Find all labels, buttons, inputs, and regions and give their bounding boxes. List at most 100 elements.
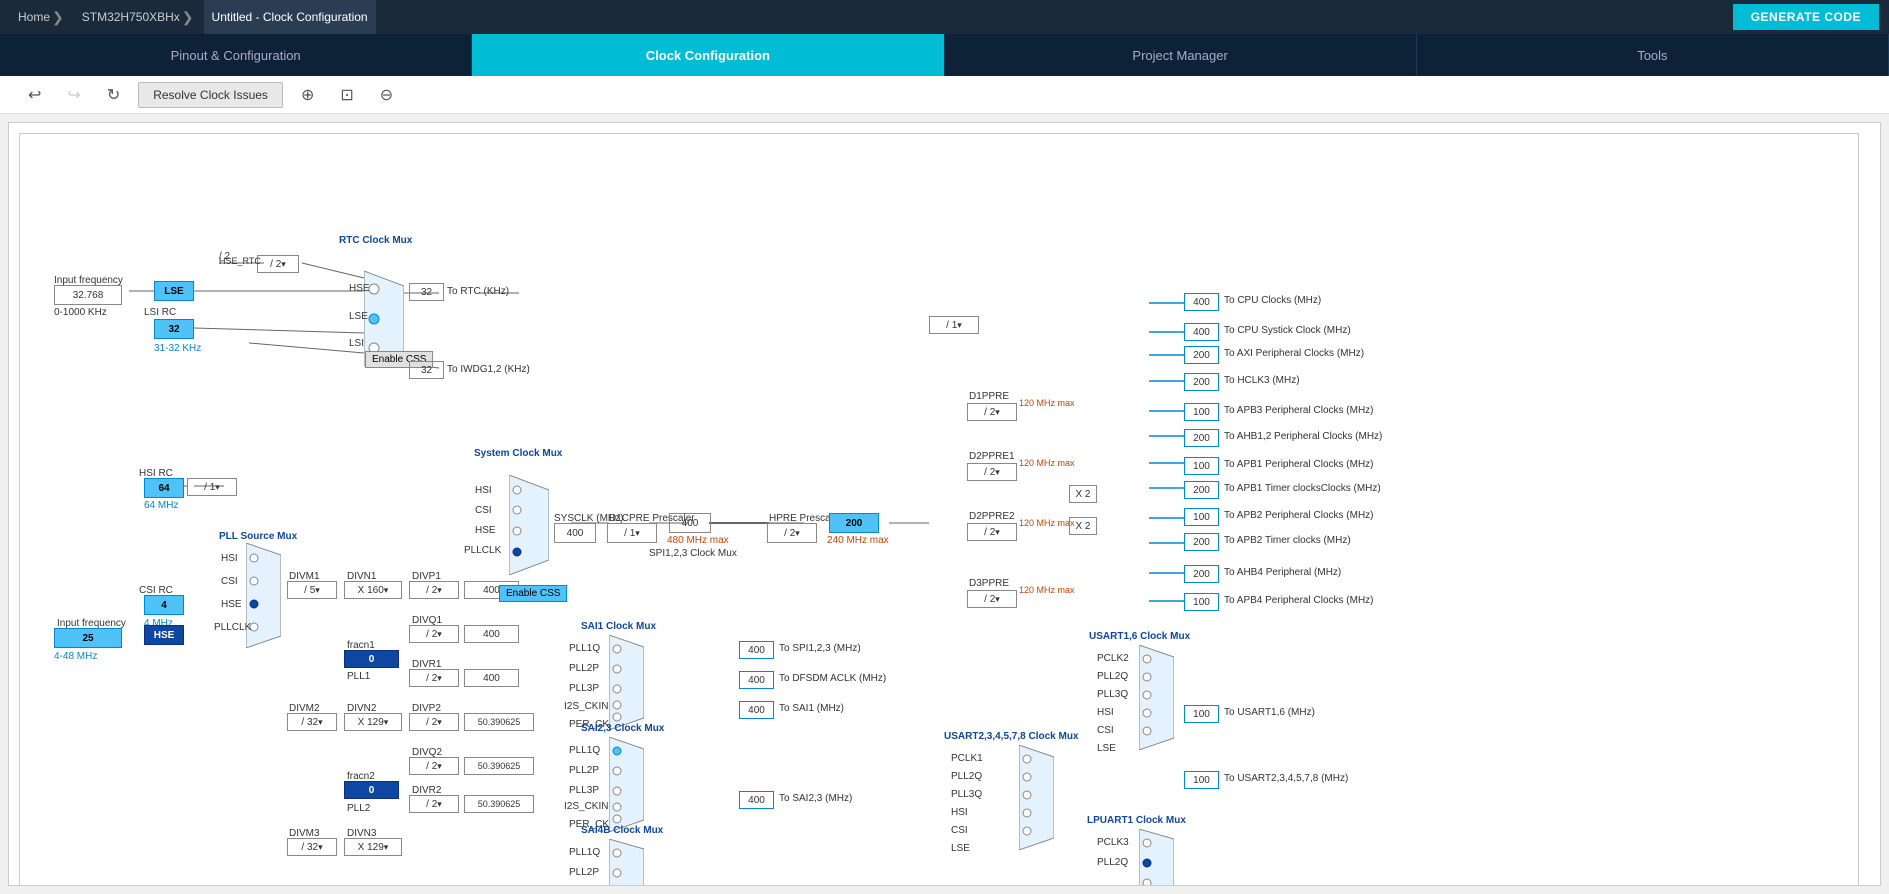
max-120-d1-label: 120 MHz max [1019, 398, 1075, 408]
hsi-div1-box[interactable]: / 1 ▾ [187, 478, 237, 496]
divm2-box[interactable]: / 32 ▾ [287, 713, 337, 731]
pllclk-sys-label: PLLCLK [464, 545, 501, 556]
i2sckin-sai1: I2S_CKIN [564, 701, 608, 712]
lsi-rc-value[interactable]: 32 [154, 319, 194, 339]
tab-project[interactable]: Project Manager [945, 34, 1417, 76]
out-200-axi[interactable]: 200 [1184, 346, 1219, 364]
sysclk-value[interactable]: 400 [554, 523, 596, 543]
to-ahb12-label: To AHB1,2 Peripheral Clocks (MHz) [1224, 431, 1382, 442]
out-100-usart16[interactable]: 100 [1184, 705, 1219, 723]
d1cpre-out-box[interactable]: 400 [669, 513, 711, 533]
divp1-box[interactable]: / 2 ▾ [409, 581, 459, 599]
to-apb1-timer-label: To APB1 Timer clocksClocks (MHz) [1224, 483, 1381, 494]
divq1-box[interactable]: / 2 ▾ [409, 625, 459, 643]
lsi-range-label: 31-32 KHz [154, 343, 201, 354]
out-200-apb1-timer[interactable]: 200 [1184, 481, 1219, 499]
zoom-in-button[interactable]: ⊕ [293, 81, 322, 109]
breadcrumb-device[interactable]: STM32H750XBHx ❯ [74, 0, 204, 34]
divn1-box[interactable]: X 160 ▾ [344, 581, 402, 599]
out-200-ahb4[interactable]: 200 [1184, 565, 1219, 583]
out-100-usart2345678[interactable]: 100 [1184, 771, 1219, 789]
fit-button[interactable]: ⊡ [332, 81, 361, 109]
d2ppre2-box[interactable]: / 2 ▾ [967, 523, 1017, 541]
hpre-box[interactable]: / 2 ▾ [767, 523, 817, 543]
to-spi23-box[interactable]: 400 [739, 641, 774, 659]
out-200-hclk3[interactable]: 200 [1184, 373, 1219, 391]
to-apb2-timer-label: To APB2 Timer clocks (MHz) [1224, 535, 1351, 546]
hse-block[interactable]: HSE [144, 625, 184, 645]
tab-clock[interactable]: Clock Configuration [472, 34, 944, 76]
divr1-box[interactable]: / 2 ▾ [409, 669, 459, 687]
r1-out-box[interactable]: 400 [464, 669, 519, 687]
refresh-button[interactable]: ↻ [99, 81, 128, 109]
d1cpre-box[interactable]: / 1 ▾ [607, 523, 657, 543]
out-200-apb2-timer[interactable]: 200 [1184, 533, 1219, 551]
d1ppre-box[interactable]: / 2 ▾ [967, 403, 1017, 421]
hse-value[interactable]: 25 [54, 628, 122, 648]
d3ppre-label: D3PPRE [969, 578, 1009, 589]
tab-bar: Pinout & Configuration Clock Configurati… [0, 34, 1889, 76]
pll1q-sai23: PLL1Q [569, 745, 600, 756]
undo-button[interactable]: ↩ [20, 81, 49, 109]
out-100-apb2[interactable]: 100 [1184, 508, 1219, 526]
x2-2-box: X 2 [1069, 517, 1097, 535]
hse-div2-box[interactable]: / 2 ▾ [257, 255, 299, 273]
divm1-box[interactable]: / 5 ▾ [287, 581, 337, 599]
resolve-clock-issues-button[interactable]: Resolve Clock Issues [138, 82, 283, 108]
out-100-apb3[interactable]: 100 [1184, 403, 1219, 421]
d1ppre-label: D1PPRE [969, 391, 1009, 402]
to-spi23-label: To SPI1,2,3 (MHz) [779, 643, 861, 654]
lsi-mux-label: LSI [349, 338, 364, 349]
d3ppre-box[interactable]: / 2 ▾ [967, 590, 1017, 608]
fracn1-value[interactable]: 0 [344, 650, 399, 668]
divr2-box[interactable]: / 2 ▾ [409, 795, 459, 813]
out-200-ahb12[interactable]: 200 [1184, 429, 1219, 447]
lse-block[interactable]: LSE [154, 281, 194, 301]
divp2-box[interactable]: / 2 ▾ [409, 713, 459, 731]
breadcrumb-home[interactable]: Home ❯ [10, 0, 74, 34]
pclk3-label: PCLK3 [1097, 837, 1129, 848]
zoom-out-button[interactable]: ⊖ [372, 81, 401, 109]
divn2-box[interactable]: X 129 ▾ [344, 713, 402, 731]
input-freq-value[interactable]: 32.768 [54, 285, 122, 305]
q1-out-box[interactable]: 400 [464, 625, 519, 643]
redo-button[interactable]: ↪ [59, 81, 88, 109]
to-sai23-box[interactable]: 400 [739, 791, 774, 809]
hsi-rc-value[interactable]: 64 [144, 478, 184, 498]
to-rtc-label: To RTC (KHz) [447, 286, 509, 297]
divq2-box[interactable]: / 2 ▾ [409, 757, 459, 775]
out-100-apb4[interactable]: 100 [1184, 593, 1219, 611]
iwdg-div32-box[interactable]: 32 [409, 361, 444, 379]
pll1q-sai1: PLL1Q [569, 643, 600, 654]
to-usart16-label: To USART1,6 (MHz) [1224, 707, 1315, 718]
d2ppre1-box[interactable]: / 2 ▾ [967, 463, 1017, 481]
lse-usart-label: LSE [1097, 743, 1116, 754]
divn3-box[interactable]: X 129 ▾ [344, 838, 402, 856]
csi-pll-label: CSI [221, 576, 238, 587]
csi-rc-value[interactable]: 4 [144, 595, 184, 615]
tab-pinout[interactable]: Pinout & Configuration [0, 34, 472, 76]
to-ahb4-label: To AHB4 Peripheral (MHz) [1224, 567, 1341, 578]
generate-code-button[interactable]: GENERATE CODE [1733, 4, 1879, 30]
p2-out-box[interactable]: 50.390625 [464, 713, 534, 731]
out-400-systick[interactable]: 400 [1184, 323, 1219, 341]
hpre-out-box[interactable]: 200 [829, 513, 879, 533]
lse-mux-label: LSE [349, 311, 368, 322]
to-hclk3-label: To HCLK3 (MHz) [1224, 375, 1300, 386]
pll2q-u2-label: PLL2Q [951, 771, 982, 782]
q2-out-box[interactable]: 50.390625 [464, 757, 534, 775]
tab-tools[interactable]: Tools [1417, 34, 1889, 76]
fracn2-value[interactable]: 0 [344, 781, 399, 799]
div1-sys-box[interactable]: / 1 ▾ [929, 316, 979, 334]
out-100-apb1[interactable]: 100 [1184, 457, 1219, 475]
enable-css-system[interactable]: Enable CSS [499, 585, 567, 602]
connection-lines [9, 123, 1880, 885]
divm3-box[interactable]: / 32 ▾ [287, 838, 337, 856]
r2-out-box[interactable]: 50.390625 [464, 795, 534, 813]
rtc-div32-box[interactable]: 32 [409, 283, 444, 301]
to-dfsdm-box[interactable]: 400 [739, 671, 774, 689]
out-400-cpu[interactable]: 400 [1184, 293, 1219, 311]
sai1-mux-label: SAI1 Clock Mux [581, 621, 656, 632]
to-sai1-box[interactable]: 400 [739, 701, 774, 719]
pll3p-sai1: PLL3P [569, 683, 599, 694]
